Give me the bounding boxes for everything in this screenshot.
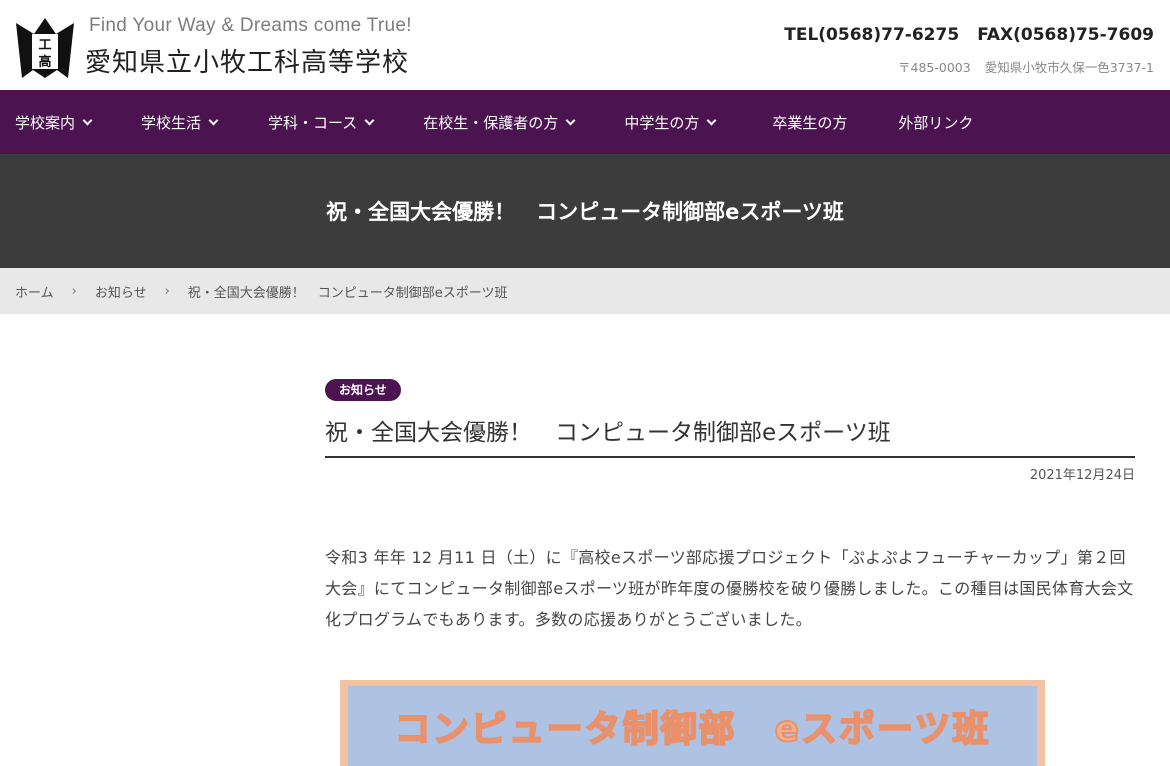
school-address: 〒485-0003 愛知県小牧市久保一色3737-1	[898, 57, 1154, 76]
site-header: 工 高 Find Your Way & Dreams come True! 愛知…	[0, 0, 1170, 90]
article: お知らせ 祝・全国大会優勝！ コンピュータ制御部eスポーツ班 2021年12月2…	[325, 379, 1135, 629]
school-logo[interactable]: 工 高	[15, 17, 75, 79]
nav-item-alumni[interactable]: 卒業生の方	[772, 90, 847, 154]
article-title: 祝・全国大会優勝！ コンピュータ制御部eスポーツ班	[325, 413, 1135, 458]
nav-item-departments[interactable]: 学科・コース	[268, 90, 375, 154]
fax-number: FAX(0568)75-7609	[977, 25, 1154, 45]
nav-item-school-guide[interactable]: 学校案内	[15, 90, 93, 154]
breadcrumb-separator-icon: ›	[164, 283, 170, 299]
nav-item-school-life[interactable]: 学校生活	[141, 90, 219, 154]
article-date: 2021年12月24日	[1029, 468, 1135, 483]
breadcrumb-current: 祝・全国大会優勝！ コンピュータ制御部eスポーツ班	[187, 285, 508, 301]
chevron-down-icon	[706, 115, 717, 125]
chevron-down-icon	[208, 115, 219, 125]
school-name[interactable]: 愛知県立小牧工科高等学校	[85, 42, 409, 79]
article-body: 令和3 年年 12 月11 日（土）に『高校eスポーツ部応援プロジェクト「ぷよぷ…	[325, 548, 1134, 629]
main-nav: 学校案内 学校生活 学科・コース 在校生・保護者の方 中学生の方 卒業生の方 外…	[0, 90, 1170, 154]
nav-item-label: 卒業生の方	[772, 113, 848, 132]
page-title: 祝・全国大会優勝！ コンピュータ制御部eスポーツ班	[326, 200, 844, 224]
nav-item-label: 学校生活	[141, 113, 202, 132]
postal-code: 〒485-0003	[898, 60, 971, 75]
svg-text:工: 工	[38, 38, 51, 53]
tel-number: TEL(0568)77-6275	[784, 25, 960, 45]
nav-item-junior-high[interactable]: 中学生の方	[624, 90, 717, 154]
nav-item-label: 中学生の方	[624, 113, 700, 132]
page-title-band: 祝・全国大会優勝！ コンピュータ制御部eスポーツ班	[0, 154, 1170, 268]
breadcrumb-category-link[interactable]: お知らせ	[95, 282, 147, 301]
chevron-down-icon	[565, 115, 576, 125]
chevron-down-icon	[364, 115, 375, 125]
contact-info: TEL(0568)77-6275 FAX(0568)75-7609	[784, 25, 1154, 45]
category-badge[interactable]: お知らせ	[325, 379, 401, 401]
banner-text: コンピュータ制御部 eスポーツ班	[394, 708, 991, 751]
chevron-down-icon	[82, 115, 93, 125]
street-address: 愛知県小牧市久保一色3737-1	[984, 60, 1154, 75]
breadcrumb-separator-icon: ›	[71, 283, 77, 299]
nav-item-students-parents[interactable]: 在校生・保護者の方	[423, 90, 576, 154]
nav-item-label: 在校生・保護者の方	[423, 113, 559, 132]
article-banner-image: コンピュータ制御部 eスポーツ班	[340, 680, 1045, 766]
nav-item-label: 学科・コース	[268, 113, 358, 132]
svg-text:高: 高	[38, 54, 51, 70]
breadcrumb: ホーム › お知らせ › 祝・全国大会優勝！ コンピュータ制御部eスポーツ班	[0, 268, 1170, 314]
site-tagline: Find Your Way & Dreams come True!	[89, 15, 412, 36]
banner-inner: コンピュータ制御部 eスポーツ班	[348, 686, 1037, 766]
nav-item-external-links[interactable]: 外部リンク	[898, 90, 973, 154]
nav-item-label: 外部リンク	[898, 113, 974, 132]
nav-item-label: 学校案内	[15, 113, 76, 132]
breadcrumb-home-link[interactable]: ホーム	[15, 282, 54, 301]
